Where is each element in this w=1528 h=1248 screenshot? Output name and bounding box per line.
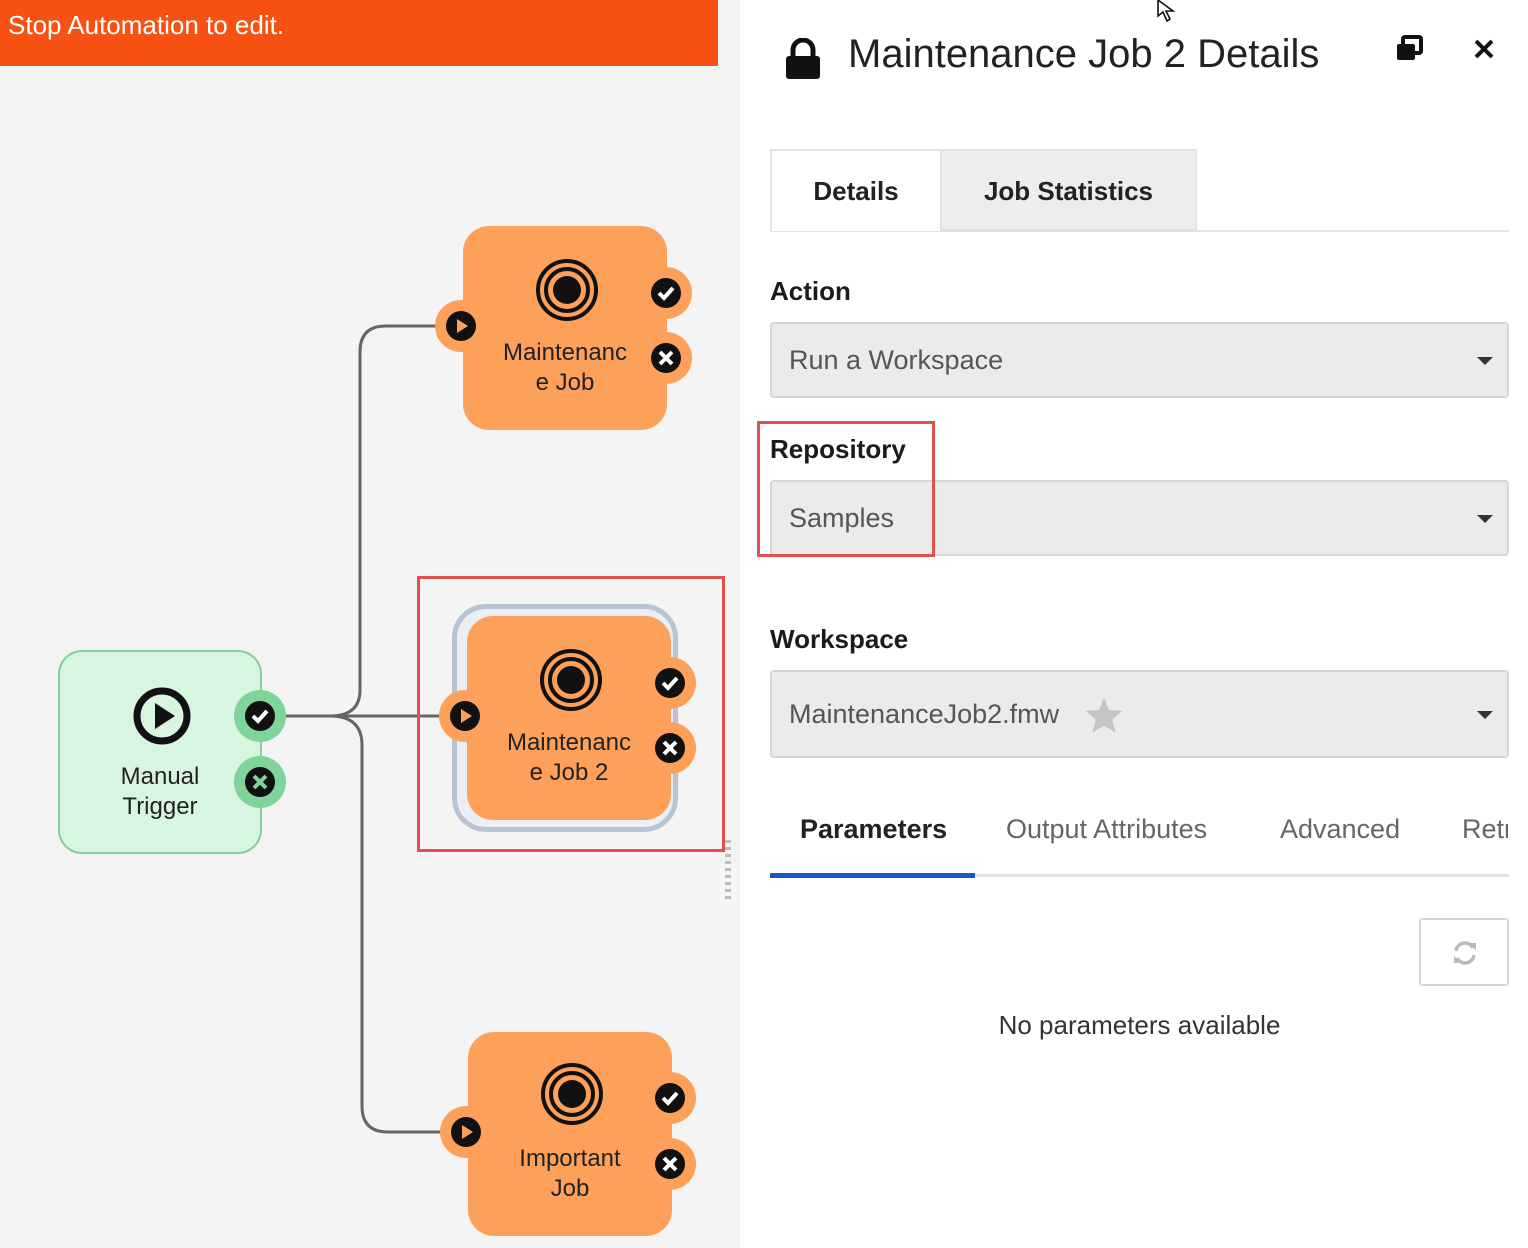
- action-select[interactable]: Run a Workspace: [770, 322, 1509, 398]
- failure-port[interactable]: [640, 332, 692, 384]
- success-port[interactable]: [234, 690, 286, 742]
- refresh-button[interactable]: [1419, 918, 1509, 986]
- highlight-box: [757, 421, 935, 557]
- tab-label: Details: [813, 176, 899, 206]
- play-circle-icon: [133, 687, 191, 745]
- subtab-retry[interactable]: Retr: [1462, 814, 1508, 845]
- popout-window-icon[interactable]: [1394, 34, 1424, 64]
- x-circle-icon: [245, 767, 275, 797]
- active-subtab-indicator: [770, 873, 975, 878]
- empty-parameters-message: No parameters available: [998, 1010, 1281, 1040]
- tab-label: Job Statistics: [983, 176, 1154, 206]
- wire-to-maintenance-job: [286, 324, 436, 718]
- chevron-down-icon: [1477, 711, 1493, 719]
- lock-icon: [786, 38, 820, 79]
- action-value: Run a Workspace: [789, 345, 1004, 375]
- chevron-down-icon: [1477, 515, 1493, 523]
- tab-details[interactable]: Details: [770, 149, 942, 231]
- refresh-icon: [1454, 941, 1476, 965]
- important-job-node[interactable]: Important Job: [468, 1032, 672, 1236]
- x-circle-icon: [651, 343, 681, 373]
- subtab-parameters[interactable]: Parameters: [800, 814, 947, 845]
- input-port[interactable]: [440, 1106, 492, 1158]
- failure-port[interactable]: [644, 1138, 696, 1190]
- check-circle-icon: [655, 1083, 685, 1113]
- action-label: Action: [770, 276, 851, 306]
- input-port[interactable]: [435, 300, 487, 352]
- tab-job-statistics[interactable]: Job Statistics: [940, 149, 1197, 231]
- panel-title: Maintenance Job 2 Details: [848, 32, 1320, 76]
- maintenance-job-node[interactable]: Maintenanc e Job: [463, 226, 667, 430]
- subtab-output-attributes[interactable]: Output Attributes: [1006, 814, 1207, 845]
- target-icon: [536, 259, 598, 321]
- workspace-value: MaintenanceJob2.fmw: [789, 699, 1060, 729]
- chevron-down-icon: [1477, 357, 1493, 365]
- success-port[interactable]: [644, 1072, 696, 1124]
- node-label: Maintenanc e Job: [502, 339, 628, 396]
- failure-port[interactable]: [234, 756, 286, 808]
- success-port[interactable]: [640, 267, 692, 319]
- node-label: Manual Trigger: [120, 763, 200, 820]
- automation-canvas[interactable]: Stop Automation to edit. Manual Trigger …: [0, 0, 740, 1248]
- node-label: Important Job: [519, 1145, 621, 1202]
- play-circle-icon: [446, 311, 476, 341]
- x-circle-icon: [655, 1149, 685, 1179]
- highlight-box: [417, 576, 725, 852]
- check-circle-icon: [245, 701, 275, 731]
- target-icon: [541, 1063, 603, 1125]
- close-icon[interactable]: [1472, 37, 1496, 61]
- mouse-cursor-icon: [1157, 0, 1176, 23]
- workspace-select[interactable]: MaintenanceJob2.fmw: [770, 670, 1509, 758]
- subtab-advanced[interactable]: Advanced: [1280, 814, 1400, 845]
- play-circle-icon: [451, 1117, 481, 1147]
- check-circle-icon: [651, 278, 681, 308]
- panel-resize-handle[interactable]: [725, 840, 731, 900]
- workspace-label: Workspace: [770, 624, 909, 654]
- star-icon[interactable]: [1084, 696, 1124, 734]
- manual-trigger-node[interactable]: Manual Trigger: [58, 650, 262, 854]
